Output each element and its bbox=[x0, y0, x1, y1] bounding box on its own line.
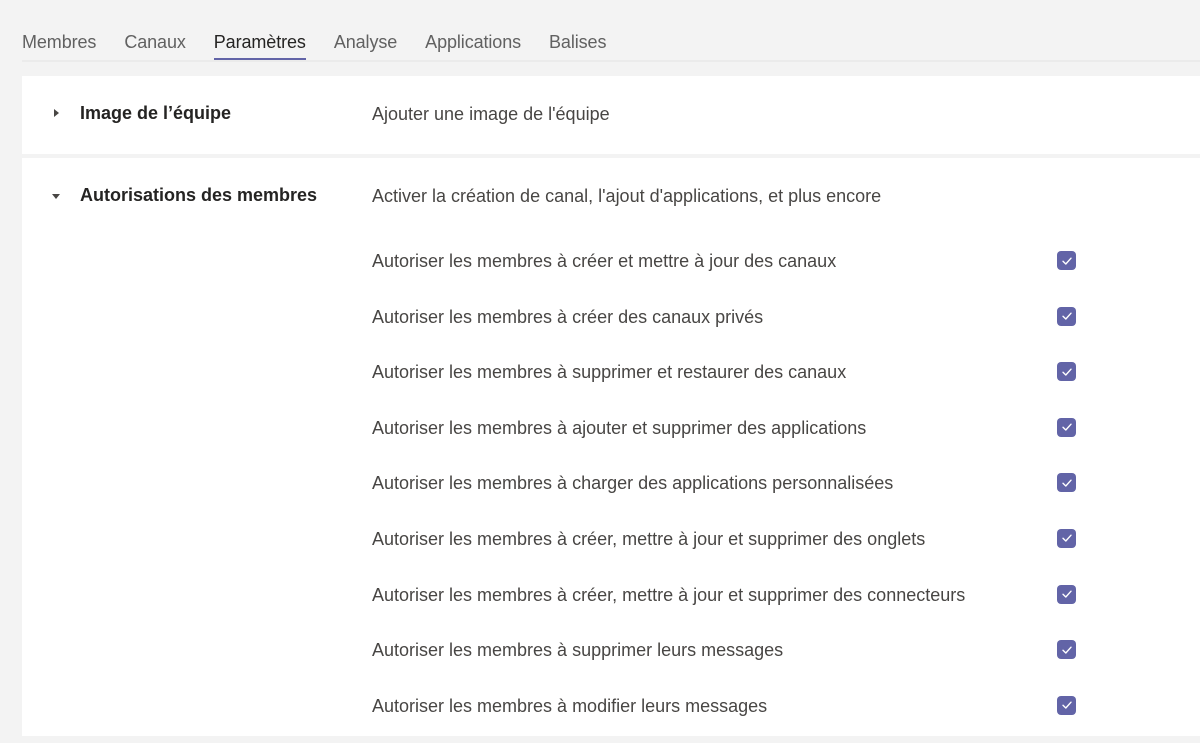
checkmark-icon bbox=[1061, 257, 1072, 265]
permission-checkbox[interactable] bbox=[1057, 584, 1076, 604]
option-label: Autoriser les membres à modifier leurs m… bbox=[372, 695, 768, 716]
option-label: Autoriser les membres à charger des appl… bbox=[372, 473, 894, 494]
checkmark-icon bbox=[1061, 479, 1072, 487]
permission-option: Autoriser les membres à créer et mettre … bbox=[372, 243, 1200, 299]
permission-checkbox[interactable] bbox=[1057, 362, 1076, 382]
caret-down-icon[interactable] bbox=[52, 194, 60, 199]
checkmark-icon bbox=[1061, 590, 1072, 598]
option-label: Autoriser les membres à ajouter et suppr… bbox=[372, 417, 867, 438]
permission-option: Autoriser les membres à créer, mettre à … bbox=[372, 577, 1200, 633]
section-description: Activer la création de canal, l'ajout d'… bbox=[372, 186, 882, 206]
permission-option: Autoriser les membres à modifier leurs m… bbox=[372, 688, 1200, 743]
tab-canaux[interactable]: Canaux bbox=[124, 31, 186, 53]
permission-checkbox[interactable] bbox=[1057, 251, 1076, 270]
section-title: Autorisations des membres bbox=[80, 185, 318, 205]
permission-option: Autoriser les membres à créer, mettre à … bbox=[372, 521, 1200, 577]
checkmark-icon bbox=[1061, 646, 1072, 654]
option-label: Autoriser les membres à supprimer leurs … bbox=[372, 640, 784, 661]
permission-checkbox[interactable] bbox=[1057, 306, 1076, 326]
permission-checkbox[interactable] bbox=[1057, 640, 1076, 660]
permission-checkbox[interactable] bbox=[1057, 417, 1076, 437]
team-image-section: Image de l’équipe Ajouter une image de l… bbox=[22, 76, 1200, 154]
option-label: Autoriser les membres à créer, mettre à … bbox=[372, 528, 926, 549]
member-permissions-section: Autorisations des membres Activer la cré… bbox=[22, 158, 1200, 736]
permission-checkbox[interactable] bbox=[1057, 473, 1076, 493]
permission-options-list: Autoriser les membres à créer et mettre … bbox=[372, 243, 1200, 743]
tab-applications[interactable]: Applications bbox=[425, 31, 521, 53]
option-label: Autoriser les membres à supprimer et res… bbox=[372, 362, 847, 383]
tabs-divider bbox=[22, 60, 1200, 62]
option-label: Autoriser les membres à créer et mettre … bbox=[372, 251, 837, 271]
option-label: Autoriser les membres à créer, mettre à … bbox=[372, 584, 966, 605]
permission-option: Autoriser les membres à supprimer leurs … bbox=[372, 632, 1200, 688]
section-title: Image de l’équipe bbox=[80, 103, 232, 123]
permission-option: Autoriser les membres à charger des appl… bbox=[372, 465, 1200, 521]
permission-option: Autoriser les membres à supprimer et res… bbox=[372, 354, 1200, 410]
caret-right-icon[interactable] bbox=[54, 109, 59, 117]
checkmark-icon bbox=[1061, 423, 1072, 431]
permission-option: Autoriser les membres à ajouter et suppr… bbox=[372, 410, 1200, 466]
tab-analyse[interactable]: Analyse bbox=[334, 31, 397, 53]
section-description: Ajouter une image de l'équipe bbox=[372, 104, 610, 124]
checkmark-icon bbox=[1061, 312, 1072, 320]
member-permissions-section-header[interactable]: Autorisations des membres Activer la cré… bbox=[22, 158, 1200, 236]
tab-balises[interactable]: Balises bbox=[549, 31, 606, 53]
checkmark-icon bbox=[1061, 368, 1072, 376]
permission-option: Autoriser les membres à créer des canaux… bbox=[372, 299, 1200, 355]
permission-checkbox[interactable] bbox=[1057, 695, 1076, 715]
team-tabs: Membres Canaux Paramètres Analyse Applic… bbox=[22, 0, 634, 62]
checkmark-icon bbox=[1061, 701, 1072, 709]
tab-parametres[interactable]: Paramètres bbox=[213, 31, 306, 62]
tab-membres[interactable]: Membres bbox=[22, 31, 96, 53]
team-image-section-header[interactable]: Image de l’équipe Ajouter une image de l… bbox=[22, 76, 1200, 154]
checkmark-icon bbox=[1061, 534, 1072, 543]
option-label: Autoriser les membres à créer des canaux… bbox=[372, 306, 764, 327]
permission-checkbox[interactable] bbox=[1057, 528, 1076, 548]
